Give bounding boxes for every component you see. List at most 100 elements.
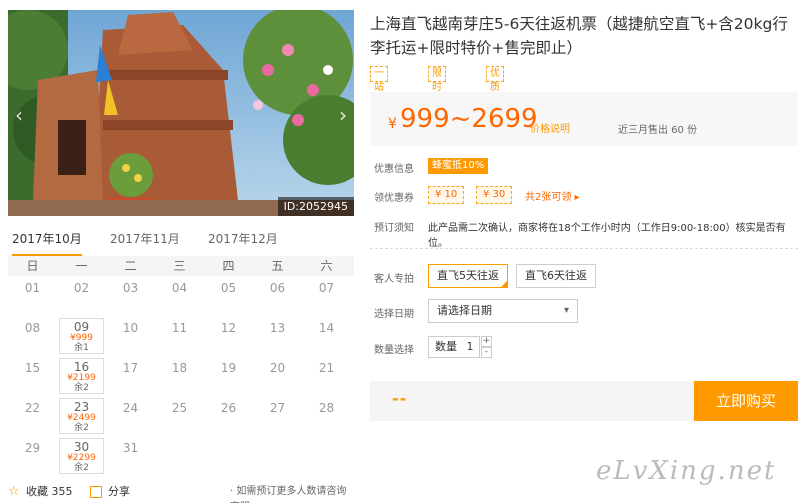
calendar-day: 03 <box>106 276 155 316</box>
calendar-day: 28 <box>302 396 351 436</box>
qty-increment-button[interactable]: + <box>481 336 492 347</box>
day-number: 27 <box>269 401 286 415</box>
share-icon[interactable] <box>90 486 102 498</box>
calendar-day: 29 <box>8 436 57 476</box>
weekday-tue: 二 <box>124 259 137 273</box>
calendar-day: 17 <box>106 356 155 396</box>
price-note-link[interactable]: 价格说明 <box>530 120 570 135</box>
option-direct-6-days[interactable]: 直飞6天往返 <box>516 264 596 288</box>
day-price: ¥2299 <box>67 453 96 463</box>
currency-symbol: ¥ <box>388 116 397 132</box>
calendar-day: 02 <box>57 276 106 316</box>
star-icon[interactable]: ☆ <box>8 484 20 500</box>
price-panel: ¥ 999~2699 价格说明 近三月售出 60 份 <box>370 92 798 146</box>
day-number: 11 <box>171 321 188 335</box>
day-number: 05 <box>220 281 237 295</box>
calendar-day: 07 <box>302 276 351 316</box>
tab-month-oct[interactable]: 2017年10月 <box>12 230 82 256</box>
weekday-wed: 三 <box>173 259 186 273</box>
share-button[interactable]: 分享 <box>108 484 130 500</box>
calendar-day-available[interactable]: 23 ¥2499 余2 <box>59 398 104 434</box>
day-number: 06 <box>269 281 286 295</box>
weekday-header: 日 一 二 三 四 五 六 <box>8 256 354 276</box>
calendar-day: 14 <box>302 316 351 356</box>
day-number: 29 <box>24 441 41 455</box>
day-number: 02 <box>73 281 90 295</box>
day-number: 26 <box>220 401 237 415</box>
tag-quality-airline: 优质航空 <box>486 66 504 121</box>
coupon-30[interactable]: ¥ 30 <box>476 186 513 204</box>
calendar-day: 22 <box>8 396 57 436</box>
calendar-day-available[interactable]: 09 ¥999 余1 <box>59 318 104 354</box>
prev-photo-button[interactable]: ‹ <box>12 102 26 128</box>
calendar-day: 13 <box>253 316 302 356</box>
action-footer: ☆ 收藏 355 分享 · 如需预订更多人数请咨询客服 <box>8 484 354 503</box>
day-number: 18 <box>171 361 188 375</box>
day-number: 17 <box>122 361 139 375</box>
option-direct-5-days[interactable]: 直飞5天往返 <box>428 264 508 288</box>
calendar-day-available[interactable]: 30 ¥2299 余2 <box>59 438 104 474</box>
day-number: 13 <box>269 321 286 335</box>
chevron-down-icon: ▾ <box>563 305 569 316</box>
qty-value: 1 <box>466 340 474 353</box>
day-price: ¥2499 <box>67 413 96 423</box>
day-number: 08 <box>24 321 41 335</box>
calendar-day: 26 <box>204 396 253 436</box>
tab-month-nov[interactable]: 2017年11月 <box>110 230 180 256</box>
date-label: 选择日期 <box>374 309 414 320</box>
day-number: 21 <box>318 361 335 375</box>
option-label: 客人专拍 <box>374 274 414 285</box>
day-remaining: 余2 <box>74 463 89 473</box>
calendar-day: 20 <box>253 356 302 396</box>
day-number: 01 <box>24 281 41 295</box>
calendar-day: 06 <box>253 276 302 316</box>
month-tabs: 2017年10月 2017年11月 2017年12月 <box>8 230 354 256</box>
tag-limited-offer: 限时特价 <box>428 66 446 121</box>
day-number: 07 <box>318 281 335 295</box>
divider <box>370 248 798 249</box>
day-number: 12 <box>220 321 237 335</box>
tab-month-dec[interactable]: 2017年12月 <box>208 230 278 256</box>
weekday-sun: 日 <box>26 259 39 273</box>
day-number: 22 <box>24 401 41 415</box>
date-select[interactable]: 请选择日期 ▾ <box>428 299 578 323</box>
coupon-link[interactable]: 共2张可领 ▸ <box>525 188 580 203</box>
calendar-day: 11 <box>155 316 204 356</box>
calendar-day: 15 <box>8 356 57 396</box>
total-price: -- <box>392 389 408 408</box>
weekday-sat: 六 <box>320 259 333 273</box>
calendar-grid: 01 02 03 04 05 06 07 08 09 ¥999 余1 10 11 12 13 14 15 16 ¥2… <box>8 276 354 476</box>
day-price: ¥999 <box>70 333 93 343</box>
buy-now-button[interactable]: 立即购买 <box>694 381 798 421</box>
day-price: ¥2199 <box>67 373 96 383</box>
calendar-day: 19 <box>204 356 253 396</box>
qty-text: 数量 <box>435 340 457 353</box>
date-select-value: 请选择日期 <box>437 304 492 317</box>
day-number: 20 <box>269 361 286 375</box>
weekday-thu: 四 <box>222 259 235 273</box>
calendar-day-available[interactable]: 16 ¥2199 余2 <box>59 358 104 394</box>
product-photo: ‹ › ID:2052945 <box>8 10 354 216</box>
day-number: 14 <box>318 321 335 335</box>
calendar-day: 04 <box>155 276 204 316</box>
coupon-10[interactable]: ¥ 10 <box>428 186 465 204</box>
favorite-button[interactable]: 收藏 355 <box>26 484 73 500</box>
calendar-day: 21 <box>302 356 351 396</box>
booking-notice: 此产品需二次确认，商家将在18个工作小时内（工作日9:00-18:00）核实是否… <box>428 223 786 249</box>
day-number: 04 <box>171 281 188 295</box>
weekday-mon: 一 <box>75 259 88 273</box>
day-number: 23 <box>73 400 90 414</box>
day-number: 19 <box>220 361 237 375</box>
quantity-field[interactable]: 数量 1 <box>428 336 480 358</box>
site-watermark: eLvXing.net <box>596 456 777 486</box>
sold-count: 近三月售出 60 份 <box>618 125 698 136</box>
day-number: 09 <box>73 320 90 334</box>
qty-decrement-button[interactable]: - <box>481 347 492 358</box>
coupon-label: 领优惠券 <box>374 193 414 204</box>
next-photo-button[interactable]: › <box>336 102 350 128</box>
product-title: 上海直飞越南芽庄5-6天往返机票（越捷航空直飞+含20kg行李托运+限时特价+售… <box>370 15 788 57</box>
calendar-day: 12 <box>204 316 253 356</box>
day-number: 03 <box>122 281 139 295</box>
day-number: 25 <box>171 401 188 415</box>
booking-tip: · 如需预订更多人数请咨询客服 <box>230 486 347 503</box>
